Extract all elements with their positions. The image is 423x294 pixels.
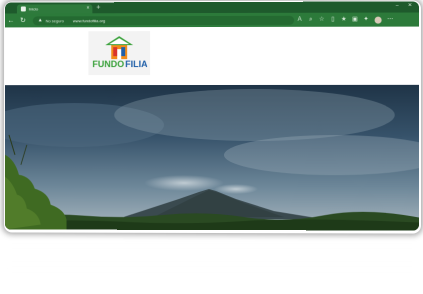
browser-toolbar: ← ↻ ▲ No seguro www.fundofilia.org A ⌕ ☆… [5,13,419,28]
window-reflection [8,230,416,290]
site-header: FUNDO FILIA [5,27,419,86]
logo-graphic: FUNDO FILIA [91,35,147,71]
more-menu-icon[interactable]: ⋯ [385,17,396,23]
logo-text-right: FILIA [125,59,147,69]
minimize-icon[interactable]: – [396,4,399,9]
site-info-label: No seguro [46,18,64,23]
warning-icon[interactable]: ▲ [38,18,43,23]
refresh-icon[interactable]: ↻ [17,17,29,24]
tab-title: Inicio [29,6,84,11]
profile-avatar[interactable] [375,16,382,23]
address-bar[interactable]: ▲ No seguro www.fundofilia.org [33,15,294,25]
extensions-icon[interactable]: ✦ [360,17,371,23]
zoom-icon[interactable]: ⌕ [305,17,316,23]
site-favicon-icon [21,6,26,11]
new-tab-icon[interactable]: + [96,4,100,11]
close-window-icon[interactable]: ✕ [408,3,412,8]
logo-text-left: FUNDO [92,59,124,69]
url-text[interactable]: www.fundofilia.org [73,18,105,23]
collections-icon[interactable]: ▣ [349,17,360,23]
web-page: FUNDO FILIA [5,27,419,231]
favorite-star-icon[interactable]: ☆ [316,17,327,23]
tab-active[interactable]: Inicio × [17,4,92,13]
favorites-icon[interactable]: ★ [338,17,349,23]
hero-image [5,85,419,231]
read-aloud-icon[interactable]: A [294,17,305,23]
close-tab-icon[interactable]: × [86,6,89,11]
landscape-photo [5,85,419,231]
split-screen-icon[interactable]: ▯ [327,17,338,23]
back-icon[interactable]: ← [5,17,17,24]
site-logo[interactable]: FUNDO FILIA [88,31,150,75]
browser-window: Inicio × + – ✕ ← ↻ ▲ No seguro www.fundo… [5,1,419,230]
